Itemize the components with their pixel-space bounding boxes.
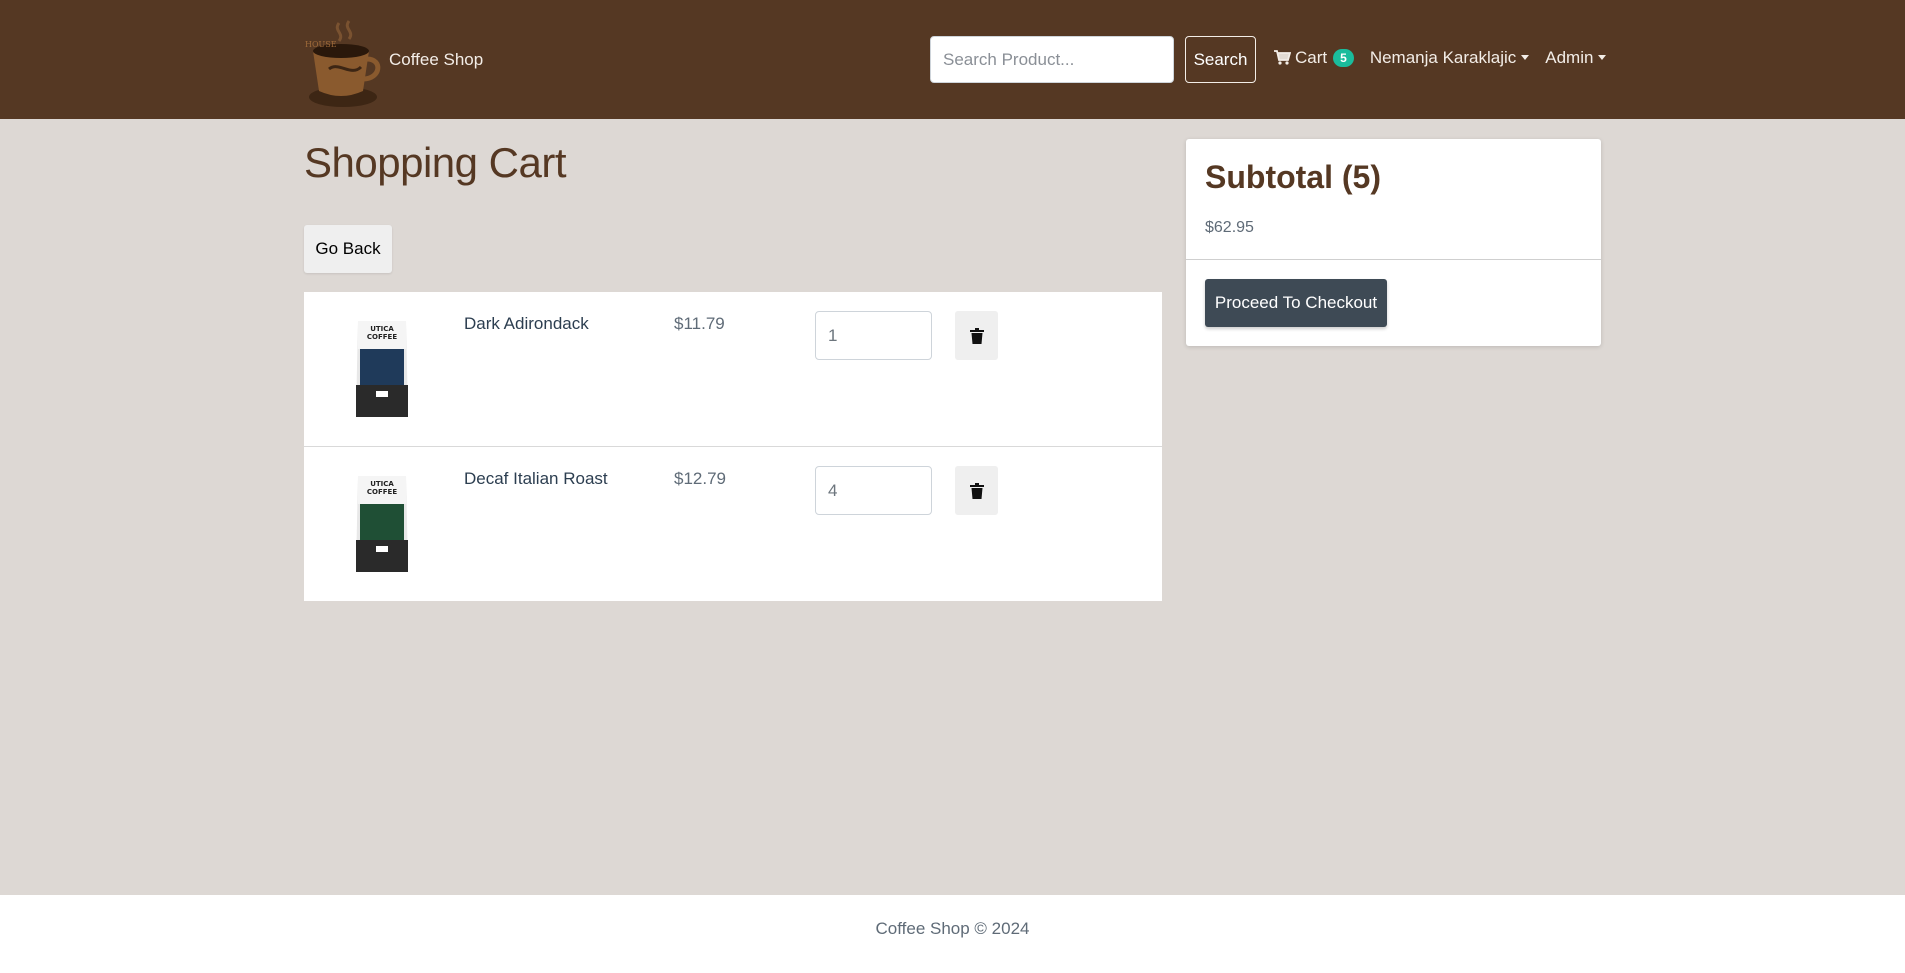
delete-item-button[interactable] — [955, 466, 998, 515]
product-label — [360, 349, 404, 385]
delete-item-button[interactable] — [955, 311, 998, 360]
go-back-button[interactable]: Go Back — [304, 225, 392, 273]
cart-label: Cart — [1295, 47, 1328, 67]
cart-item-row: UTICA COFFEE Decaf Italian Roast $12.79 — [304, 447, 1162, 601]
cart-list: UTICA COFFEE Dark Adirondack $11.79 1 UT… — [304, 292, 1162, 601]
coffee-cup-logo-icon: HOUSE — [305, 19, 381, 107]
svg-text:COFFEE: COFFEE — [367, 333, 397, 341]
product-image[interactable]: UTICA COFFEE — [354, 472, 410, 580]
quantity-input[interactable] — [815, 466, 932, 515]
subtotal-amount: $62.95 — [1205, 219, 1254, 236]
product-name-link[interactable]: Dark Adirondack — [464, 314, 589, 334]
product-label — [360, 504, 404, 540]
cart-link[interactable]: Cart 5 — [1274, 48, 1354, 68]
page-title: Shopping Cart — [304, 139, 567, 186]
search-button[interactable]: Search — [1185, 36, 1256, 83]
footer: Coffee Shop © 2024 — [0, 895, 1905, 973]
brand-link[interactable]: HOUSE Coffee Shop — [305, 9, 483, 111]
subtotal-title: Subtotal (5) — [1205, 159, 1381, 195]
svg-text:COFFEE: COFFEE — [367, 488, 397, 496]
quantity-input[interactable] — [815, 311, 932, 360]
product-name-link[interactable]: Decaf Italian Roast — [464, 469, 608, 489]
svg-text:UTICA: UTICA — [370, 480, 394, 488]
user-name: Nemanja Karaklajic — [1369, 47, 1517, 67]
navbar: HOUSE Coffee Shop Search Cart 5 Nemanja … — [0, 0, 1905, 119]
nav-right: Search Cart 5 Nemanja Karaklajic Admin — [930, 0, 1607, 119]
product-price: $12.79 — [674, 469, 726, 488]
product-price: $11.79 — [674, 314, 725, 333]
admin-label: Admin — [1545, 47, 1594, 67]
chevron-down-icon — [1521, 55, 1530, 60]
footer-copyright: Coffee Shop © 2024 — [875, 919, 1030, 938]
order-summary-card: Subtotal (5) $62.95 Proceed To Checkout — [1186, 139, 1601, 346]
search-input[interactable] — [930, 36, 1174, 83]
brand-name[interactable]: Coffee Shop — [389, 50, 483, 70]
proceed-to-checkout-button[interactable]: Proceed To Checkout — [1205, 279, 1387, 327]
cart-count-badge: 5 — [1333, 48, 1354, 67]
main-content: Shopping Cart Go Back UTICA COFFEE Dark … — [0, 119, 1905, 895]
trash-icon — [969, 482, 984, 499]
cart-item-row: UTICA COFFEE Dark Adirondack $11.79 — [304, 292, 1162, 447]
divider — [1186, 259, 1601, 260]
shopping-cart-icon — [1274, 50, 1291, 65]
trash-icon — [969, 327, 984, 344]
svg-text:HOUSE: HOUSE — [305, 40, 337, 49]
svg-text:UTICA: UTICA — [370, 325, 394, 333]
admin-menu-dropdown[interactable]: Admin — [1545, 47, 1607, 68]
chevron-down-icon — [1598, 55, 1607, 60]
user-menu-dropdown[interactable]: Nemanja Karaklajic — [1369, 47, 1530, 68]
product-image[interactable]: UTICA COFFEE — [354, 317, 410, 425]
